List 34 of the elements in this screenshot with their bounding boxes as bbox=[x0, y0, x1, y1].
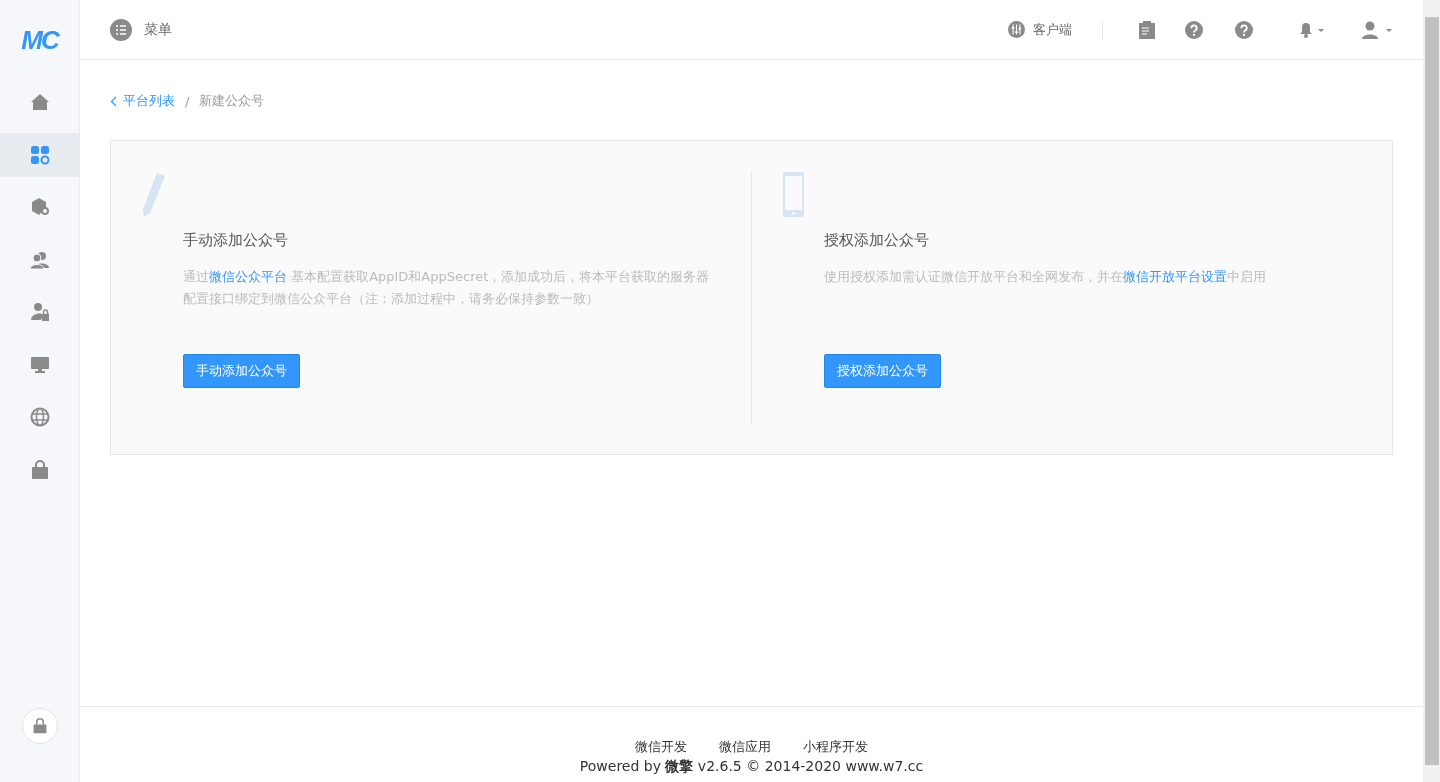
users-icon bbox=[29, 249, 50, 270]
sidebar-item[interactable] bbox=[0, 132, 79, 177]
help-icon[interactable] bbox=[1235, 20, 1253, 39]
user-icon[interactable] bbox=[1361, 20, 1393, 39]
breadcrumb-separator: / bbox=[185, 93, 190, 109]
breadcrumb-current: 新建公众号 bbox=[199, 92, 265, 110]
client-label[interactable]: 客户端 bbox=[1033, 20, 1072, 39]
scrollbar[interactable] bbox=[1423, 0, 1440, 782]
logo: MC bbox=[20, 23, 60, 57]
footer-link[interactable]: 小程序开发 bbox=[803, 738, 868, 756]
footer-link[interactable]: 微信应用 bbox=[719, 738, 771, 756]
clipboard-icon[interactable] bbox=[1139, 20, 1155, 39]
bell-icon[interactable] bbox=[1299, 21, 1325, 38]
card-title: 手动添加公众号 bbox=[183, 231, 289, 250]
monitor-icon bbox=[29, 354, 50, 375]
pencil-icon bbox=[141, 171, 167, 219]
home-icon bbox=[29, 92, 50, 112]
apps-icon bbox=[29, 144, 50, 165]
footer-link[interactable]: 微信开发 bbox=[635, 738, 687, 756]
help-icon[interactable] bbox=[1185, 20, 1203, 39]
sliders-icon[interactable] bbox=[1008, 21, 1025, 38]
globe-icon bbox=[29, 407, 50, 427]
breadcrumb-back-link[interactable]: 平台列表 bbox=[110, 92, 175, 110]
menu-icon[interactable] bbox=[110, 18, 132, 41]
bag-icon bbox=[29, 459, 50, 480]
lock-icon bbox=[31, 718, 48, 734]
user-lock-icon bbox=[29, 302, 50, 322]
card-title: 授权添加公众号 bbox=[824, 231, 930, 250]
menu-label[interactable]: 菜单 bbox=[144, 20, 172, 39]
phone-icon bbox=[782, 171, 805, 218]
lock-button[interactable] bbox=[21, 708, 58, 744]
copyright-text: Powered by 微擎 v2.6.5 © 2014-2020 www.w7.cc bbox=[579, 758, 924, 776]
chevron-left-icon bbox=[110, 95, 117, 107]
box-gear-icon bbox=[29, 197, 50, 217]
